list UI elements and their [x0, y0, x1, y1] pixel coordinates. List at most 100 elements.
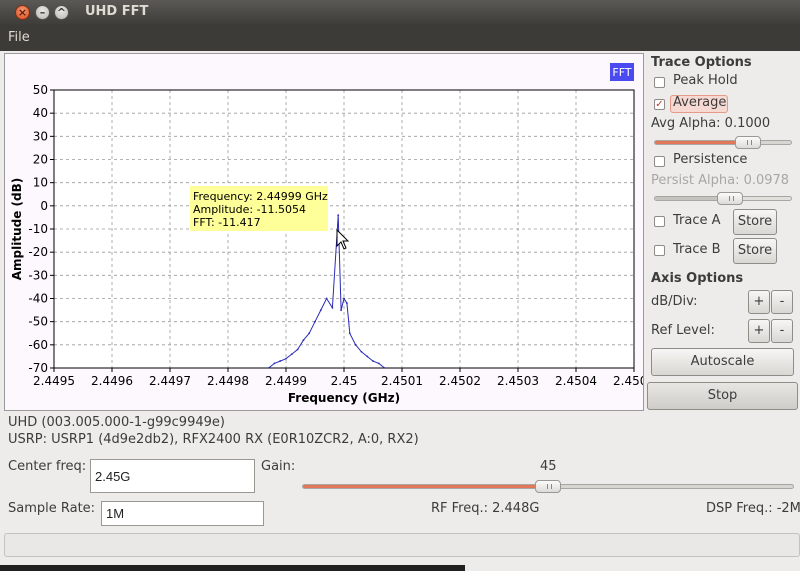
- fft-data-point: [343, 297, 345, 300]
- fft-plot[interactable]: 2.4495 2.4496 2.4497 2.4498 2.4499 2.45 2.4501…: [4, 53, 644, 411]
- autoscale-button[interactable]: Autoscale: [651, 348, 794, 376]
- gain-slider[interactable]: [302, 480, 794, 493]
- center-freq-input[interactable]: [90, 459, 255, 493]
- window-title: UHD FFT: [85, 4, 149, 19]
- db-div-plus-button[interactable]: +: [748, 290, 770, 314]
- persist-alpha-slider-handle[interactable]: [717, 192, 743, 205]
- ref-level-plus-button[interactable]: +: [748, 319, 770, 343]
- fft-data-point: [366, 355, 369, 358]
- uhd-fft-window: × – ^ UHD FFT File 2.4495 2.4496 2.4497 2.4…: [0, 0, 800, 571]
- avg-alpha-fill: [655, 141, 740, 144]
- sample-rate-input[interactable]: [101, 501, 264, 526]
- y-tick-label: -30: [28, 268, 48, 282]
- fft-data-point: [308, 332, 311, 335]
- average-checkbox[interactable]: ✓: [654, 99, 665, 110]
- fft-data-point: [337, 214, 340, 217]
- peak-hold-checkbox[interactable]: [654, 77, 665, 88]
- x-tick-label: 2.4495: [33, 374, 75, 388]
- avg-alpha-label: Avg Alpha: 0.1000: [651, 116, 771, 131]
- fft-data-point: [296, 348, 299, 351]
- trace-b-store-button[interactable]: Store: [733, 238, 777, 264]
- x-axis-label: Frequency (GHz): [288, 391, 400, 405]
- x-tick-label: 2.4502: [439, 374, 481, 388]
- x-tick-label: 2.4503: [497, 374, 539, 388]
- fft-data-point: [354, 343, 357, 346]
- axis-options-title: Axis Options: [651, 271, 744, 286]
- x-tick-label: 2.4504: [555, 374, 597, 388]
- x-tick-label: 2.45: [331, 374, 358, 388]
- fft-plot-canvas[interactable]: 2.4495 2.4496 2.4497 2.4498 2.4499 2.45 2.4501…: [5, 54, 643, 410]
- y-tick-label: -10: [28, 222, 48, 236]
- trace-a-store-button[interactable]: Store: [733, 209, 777, 235]
- fft-data-point: [285, 357, 287, 360]
- close-icon[interactable]: ×: [15, 5, 30, 20]
- x-tick-label: 2.4505: [613, 374, 643, 388]
- gain-fill: [303, 485, 548, 488]
- tooltip-text: Frequency: 2.44999 GHz: [193, 190, 328, 203]
- desktop-background: [0, 565, 465, 571]
- y-tick-label: 30: [33, 129, 48, 143]
- x-tick-label: 2.4499: [265, 374, 307, 388]
- gain-label: Gain:: [261, 459, 296, 474]
- ref-level-label: Ref Level:: [651, 323, 715, 338]
- avg-alpha-slider[interactable]: [654, 136, 792, 149]
- sample-rate-label: Sample Rate:: [8, 501, 96, 516]
- y-tick-label: -20: [28, 245, 48, 259]
- x-tick-label: 2.4497: [149, 374, 191, 388]
- tooltip-text: FFT: -11.417: [193, 216, 261, 229]
- fft-data-point: [279, 360, 282, 362]
- fft-data-point: [331, 306, 334, 309]
- stop-button[interactable]: Stop: [647, 382, 798, 410]
- trace-a-checkbox[interactable]: [654, 216, 665, 227]
- fft-data-point: [348, 332, 351, 335]
- peak-hold-label: Peak Hold: [673, 73, 738, 88]
- db-div-minus-button[interactable]: -: [771, 290, 793, 314]
- trace-a-label: Trace A: [673, 213, 721, 228]
- avg-alpha-slider-handle[interactable]: [735, 136, 761, 149]
- trace-b-checkbox[interactable]: [654, 245, 665, 256]
- ref-level-minus-button[interactable]: -: [771, 319, 793, 343]
- x-tick-label: 2.4496: [91, 374, 133, 388]
- y-tick-label: 40: [33, 106, 48, 120]
- usrp-info-text: USRP: USRP1 (4d9e2db2), RFX2400 RX (E0R1…: [8, 432, 419, 447]
- x-tick-label: 2.4501: [381, 374, 423, 388]
- fft-data-point: [325, 297, 328, 300]
- maximize-icon[interactable]: ^: [54, 5, 69, 20]
- fft-data-point: [290, 353, 293, 355]
- y-tick-label: -70: [28, 361, 48, 375]
- y-tick-label: -40: [28, 292, 48, 306]
- trace-options-title: Trace Options: [651, 55, 752, 70]
- y-tick-label: 10: [33, 176, 48, 190]
- fft-data-point: [340, 309, 342, 311]
- fft-data-point: [319, 309, 322, 311]
- persist-alpha-slider[interactable]: [654, 192, 792, 205]
- y-tick-label: 50: [33, 83, 48, 97]
- rf-freq-text: RF Freq.: 2.448G: [431, 501, 540, 516]
- status-bar: [4, 533, 800, 557]
- gain-value: 45: [540, 459, 557, 474]
- menu-file[interactable]: File: [8, 30, 30, 45]
- uhd-version-text: UHD (003.005.000-1-g99c9949e): [8, 415, 225, 430]
- persist-alpha-label: Persist Alpha: 0.0978: [651, 173, 790, 188]
- legend-label: FFT: [612, 66, 631, 79]
- db-div-label: dB/Div:: [651, 294, 698, 309]
- fft-data-point: [360, 350, 363, 353]
- fft-data-point: [314, 320, 316, 323]
- x-tick-label: 2.4498: [207, 374, 249, 388]
- menu-bar: File: [0, 25, 800, 51]
- y-tick-label: -50: [28, 315, 48, 329]
- y-tick-label: 0: [40, 199, 48, 213]
- persistence-checkbox[interactable]: [654, 156, 665, 167]
- minimize-icon[interactable]: –: [35, 5, 50, 20]
- title-bar: × – ^ UHD FFT: [0, 0, 800, 25]
- fft-data-point: [267, 367, 270, 368]
- y-tick-label: 20: [33, 153, 48, 167]
- fft-data-point: [346, 302, 348, 305]
- trace-b-label: Trace B: [673, 242, 721, 257]
- trace-options-panel: Trace Options Peak Hold ✓ Average Avg Al…: [646, 53, 800, 413]
- gain-slider-handle[interactable]: [535, 480, 561, 493]
- average-label: Average: [673, 95, 727, 110]
- fft-data-point: [377, 362, 380, 365]
- fft-data-point: [372, 360, 374, 362]
- fft-data-point: [302, 339, 305, 342]
